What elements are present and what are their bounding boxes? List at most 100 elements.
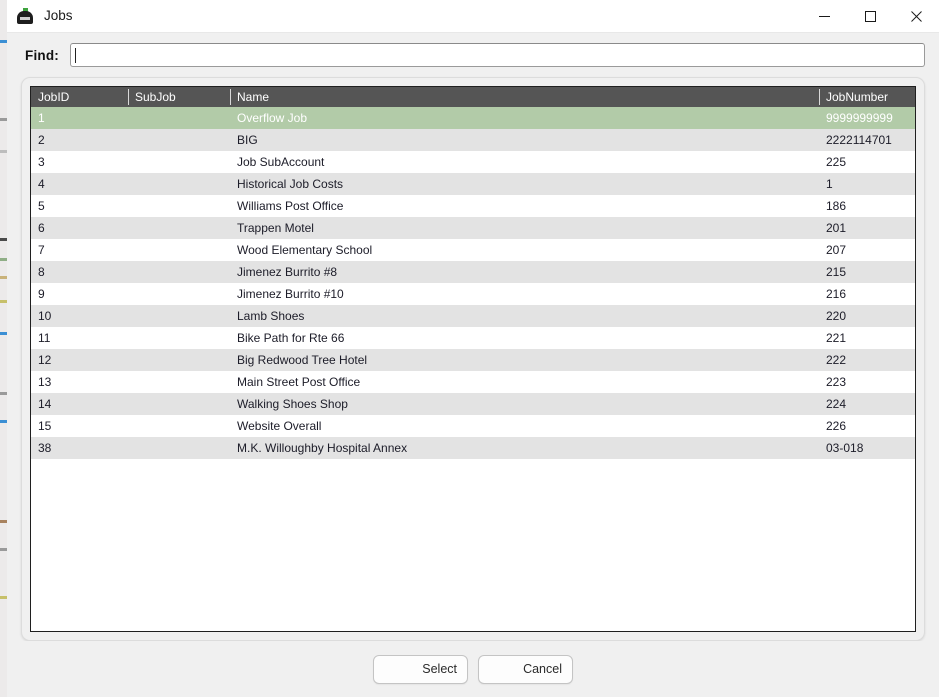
- cell-name: BIG: [237, 133, 258, 147]
- cell-jobid: 38: [38, 441, 52, 455]
- cell-jobnumber: 207: [826, 243, 847, 257]
- background-window-fleck: [0, 392, 7, 395]
- column-header-name[interactable]: Name: [230, 87, 819, 107]
- background-window-fleck: [0, 276, 7, 279]
- find-label: Find:: [25, 47, 59, 63]
- jobs-grid[interactable]: JobID SubJob Name JobNumber 1 Overflow Jo…: [30, 86, 916, 632]
- cell-jobid: 10: [38, 309, 52, 323]
- cell-jobid: 11: [38, 331, 51, 345]
- cell-jobnumber: 03-018: [826, 441, 864, 455]
- cell-jobnumber: 223: [826, 375, 847, 389]
- cell-subjob: [128, 415, 230, 437]
- jobs-panel: JobID SubJob Name JobNumber 1 Overflow Jo…: [21, 77, 925, 641]
- minimize-button[interactable]: [801, 0, 847, 32]
- cell-subjob: [128, 349, 230, 371]
- table-row[interactable]: 12 Big Redwood Tree Hotel 222: [31, 349, 915, 371]
- cell-name: Website Overall: [237, 419, 322, 433]
- select-button[interactable]: Select: [373, 654, 468, 684]
- cell-jobnumber: 2222114701: [826, 133, 892, 147]
- table-row[interactable]: 8 Jimenez Burrito #8 215: [31, 261, 915, 283]
- cell-name: Bike Path for Rte 66: [237, 331, 345, 345]
- cell-subjob: [128, 107, 230, 129]
- find-bar: Find:: [7, 33, 939, 77]
- grid-body[interactable]: 1 Overflow Job 9999999999 2 BIG 2222114701 3 Jo…: [31, 107, 915, 631]
- cell-subjob: [128, 261, 230, 283]
- cancel-button[interactable]: Cancel: [478, 654, 573, 684]
- column-header-jobid[interactable]: JobID: [31, 87, 128, 107]
- cell-jobnumber: 226: [826, 419, 847, 433]
- cell-jobnumber: 215: [826, 265, 847, 279]
- background-window-fleck: [0, 300, 7, 303]
- cell-jobid: 9: [38, 287, 45, 301]
- cell-jobnumber: 224: [826, 397, 847, 411]
- cell-subjob: [128, 195, 230, 217]
- table-row[interactable]: 15 Website Overall 226: [31, 415, 915, 437]
- cell-subjob: [128, 129, 230, 151]
- table-row[interactable]: 10 Lamb Shoes 220: [31, 305, 915, 327]
- cell-jobnumber: 225: [826, 155, 847, 169]
- background-window-fleck: [0, 150, 7, 153]
- table-row[interactable]: 6 Trappen Motel 201: [31, 217, 915, 239]
- background-window-fleck: [0, 332, 7, 335]
- cell-name: M.K. Willoughby Hospital Annex: [237, 441, 408, 455]
- cell-jobnumber: 1: [826, 177, 833, 191]
- cell-name: Big Redwood Tree Hotel: [237, 353, 368, 367]
- cell-subjob: [128, 151, 230, 173]
- search-input[interactable]: [70, 43, 925, 67]
- cell-subjob: [128, 437, 230, 459]
- cell-jobnumber: 220: [826, 309, 847, 323]
- cell-subjob: [128, 217, 230, 239]
- table-row[interactable]: 2 BIG 2222114701: [31, 129, 915, 151]
- table-row[interactable]: 1 Overflow Job 9999999999: [31, 107, 915, 129]
- table-row[interactable]: 13 Main Street Post Office 223: [31, 371, 915, 393]
- cell-name: Wood Elementary School: [237, 243, 373, 257]
- screen: Jobs Find: JobID SubJob Name JobNumber 1…: [0, 0, 939, 697]
- maximize-button[interactable]: [847, 0, 893, 32]
- title-bar[interactable]: Jobs: [7, 0, 939, 33]
- cell-name: Walking Shoes Shop: [237, 397, 348, 411]
- cell-name: Main Street Post Office: [237, 375, 361, 389]
- cell-subjob: [128, 239, 230, 261]
- cell-jobid: 14: [38, 397, 52, 411]
- table-row[interactable]: 4 Historical Job Costs 1: [31, 173, 915, 195]
- cell-name: Lamb Shoes: [237, 309, 305, 323]
- cell-jobid: 13: [38, 375, 52, 389]
- cell-jobnumber: 221: [826, 331, 847, 345]
- cell-jobnumber: 9999999999: [826, 111, 893, 125]
- jobs-window: Jobs Find: JobID SubJob Name JobNumber 1…: [7, 0, 939, 697]
- cell-jobnumber: 222: [826, 353, 847, 367]
- cell-jobid: 12: [38, 353, 52, 367]
- background-window-fleck: [0, 118, 7, 121]
- cell-jobid: 3: [38, 155, 45, 169]
- cell-jobid: 2: [38, 133, 45, 147]
- table-row[interactable]: 3 Job SubAccount 225: [31, 151, 915, 173]
- background-window-fleck: [0, 238, 7, 241]
- cell-name: Jimenez Burrito #8: [237, 265, 338, 279]
- cell-jobnumber: 216: [826, 287, 847, 301]
- table-row[interactable]: 14 Walking Shoes Shop 224: [31, 393, 915, 415]
- column-header-subjob[interactable]: SubJob: [128, 87, 230, 107]
- table-row[interactable]: 9 Jimenez Burrito #10 216: [31, 283, 915, 305]
- table-row[interactable]: 7 Wood Elementary School 207: [31, 239, 915, 261]
- cell-subjob: [128, 327, 230, 349]
- column-header-jobnumber[interactable]: JobNumber: [819, 87, 915, 107]
- footer-bar: Select Cancel: [7, 641, 939, 697]
- table-row[interactable]: 11 Bike Path for Rte 66 221: [31, 327, 915, 349]
- background-window-fleck: [0, 40, 7, 43]
- cell-jobid: 1: [38, 111, 45, 125]
- cell-name: Trappen Motel: [237, 221, 314, 235]
- table-row[interactable]: 5 Williams Post Office 186: [31, 195, 915, 217]
- cell-name: Jimenez Burrito #10: [237, 287, 344, 301]
- search-input-field[interactable]: [77, 48, 924, 62]
- table-row[interactable]: 38 M.K. Willoughby Hospital Annex 03-018: [31, 437, 915, 459]
- cell-jobnumber: 186: [826, 199, 847, 213]
- cell-jobid: 6: [38, 221, 45, 235]
- close-button[interactable]: [893, 0, 939, 32]
- cell-subjob: [128, 393, 230, 415]
- cell-name: Job SubAccount: [237, 155, 325, 169]
- cell-subjob: [128, 173, 230, 195]
- cell-jobid: 4: [38, 177, 45, 191]
- background-window-fleck: [0, 520, 7, 523]
- background-window-fleck: [0, 258, 7, 261]
- cell-jobid: 8: [38, 265, 45, 279]
